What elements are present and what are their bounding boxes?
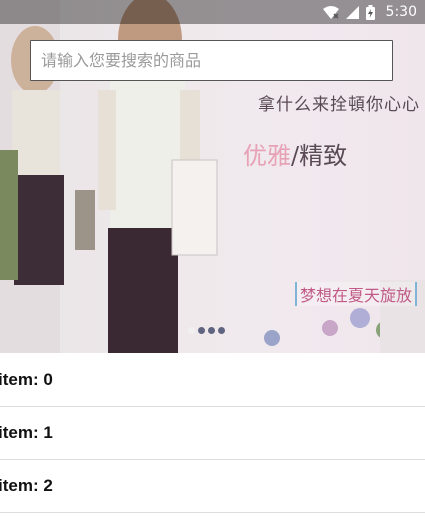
banner-headline: 优雅/精致 [243, 136, 347, 171]
carousel-dot[interactable] [208, 327, 215, 334]
status-time: 5:30 [385, 4, 417, 20]
list-item-label: item: 0 [0, 370, 53, 389]
carousel-page-indicator [188, 327, 225, 334]
search-input[interactable] [30, 40, 393, 81]
banner-slogan: 梦想在夏天旋放 [295, 282, 418, 306]
banner-tagline: 拿什么来拴頓你心心 [258, 95, 420, 115]
list-item[interactable]: item: 2 [0, 460, 425, 513]
list-item[interactable]: item: 0 [0, 354, 425, 407]
carousel-dot[interactable] [218, 327, 225, 334]
carousel-dot[interactable] [198, 327, 205, 334]
list-item[interactable]: item: 1 [0, 407, 425, 460]
carousel-dot[interactable] [188, 327, 195, 334]
banner-headline-part-2: /精致 [291, 142, 348, 170]
wifi-icon [322, 5, 339, 19]
status-bar: 5:30 [0, 0, 425, 24]
signal-icon [345, 5, 359, 19]
item-list: item: 0 item: 1 item: 2 [0, 354, 425, 513]
banner-headline-part-1: 优雅 [243, 142, 291, 170]
list-item-label: item: 2 [0, 476, 53, 495]
battery-icon [365, 4, 375, 20]
list-item-label: item: 1 [0, 423, 53, 442]
